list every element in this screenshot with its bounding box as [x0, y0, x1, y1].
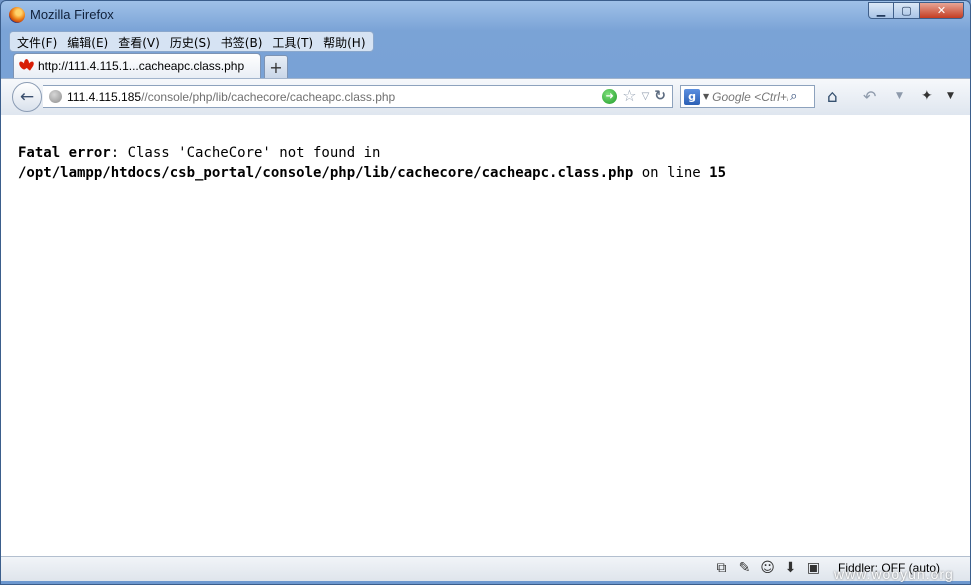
back-button[interactable]: ← [12, 82, 42, 112]
tab-label: http://111.4.115.1...cacheapc.class.php [38, 59, 245, 73]
error-line-text: on line [633, 165, 710, 181]
external-link-icon[interactable]: ⧉ [713, 560, 730, 576]
huawei-icon [17, 59, 36, 73]
search-input[interactable]: Google <Ctrl+K> [712, 90, 788, 104]
search-engine-dropdown-icon[interactable]: ▼ [703, 92, 709, 101]
dropdown-icon[interactable]: ▼ [947, 91, 954, 101]
mask-icon[interactable]: ☺ [759, 560, 776, 576]
go-arrow-icon[interactable]: ➜ [602, 88, 618, 104]
menu-history[interactable]: 历史(S) [165, 32, 216, 51]
google-icon[interactable]: g [684, 88, 700, 105]
search-bar[interactable]: g ▼ Google <Ctrl+K> ⌕ [680, 85, 815, 108]
home-icon[interactable]: ⌂ [827, 87, 838, 107]
menu-tools[interactable]: 工具(T) [267, 32, 318, 51]
menu-view[interactable]: 查看(V) [113, 32, 165, 51]
menu-file[interactable]: 文件(F) [12, 32, 62, 51]
browser-window: Mozilla Firefox ▁ ▢ ✕ 文件(F) 编辑(E) 查看(V) … [0, 0, 971, 585]
error-message: Fatal error: Class 'CacheCore' not found… [18, 143, 918, 183]
window-icon[interactable]: ▣ [805, 560, 822, 576]
arrow-left-icon: ← [19, 87, 35, 107]
status-icons: ⧉ ✎ ☺ ⬇ ▣ [713, 560, 822, 576]
reload-icon[interactable]: ↻ [654, 88, 666, 104]
url-path: //console/php/lib/cachecore/cacheapc.cla… [141, 89, 396, 104]
status-bar: ⧉ ✎ ☺ ⬇ ▣ Fiddler: OFF (auto) [1, 556, 970, 581]
tab-strip: http://111.4.115.1...cacheapc.class.php … [13, 53, 288, 78]
maximize-button[interactable]: ▢ [894, 2, 920, 19]
window-controls: ▁ ▢ ✕ [868, 2, 964, 19]
firefox-logo-icon [9, 7, 25, 23]
search-icon[interactable]: ⌕ [790, 89, 797, 104]
minimize-button[interactable]: ▁ [868, 2, 894, 19]
title-bar: Mozilla Firefox ▁ ▢ ✕ [1, 1, 970, 29]
new-tab-button[interactable]: + [264, 55, 288, 78]
error-line-number: 15 [709, 165, 727, 181]
close-button[interactable]: ✕ [920, 2, 964, 19]
url-host: 111.4.115.185 [67, 89, 142, 104]
menu-help[interactable]: 帮助(H) [318, 32, 370, 51]
dropdown-icon[interactable]: ▼ [896, 91, 903, 101]
error-label: Fatal error [18, 145, 111, 161]
menu-edit[interactable]: 编辑(E) [62, 32, 113, 51]
fiddler-icon[interactable]: ✦ [921, 88, 933, 104]
menu-bookmarks[interactable]: 书签(B) [216, 32, 268, 51]
download-icon[interactable]: ⬇ [782, 560, 799, 576]
site-identity-icon[interactable] [49, 90, 62, 103]
url-bar-actions: ➜ ☆ ▽ ↻ [602, 88, 666, 104]
tab-active[interactable]: http://111.4.115.1...cacheapc.class.php [13, 53, 261, 78]
error-description: : Class 'CacheCore' not found in [110, 145, 381, 161]
watermark: www.wooyun.org [834, 566, 954, 582]
menu-bar: 文件(F) 编辑(E) 查看(V) 历史(S) 书签(B) 工具(T) 帮助(H… [9, 31, 374, 52]
navigation-toolbar: ← 111.4.115.185 //console/php/lib/cachec… [1, 78, 970, 116]
error-path: /opt/lampp/htdocs/csb_portal/console/php… [18, 165, 634, 181]
undo-icon[interactable]: ↶ [863, 87, 876, 106]
window-title: Mozilla Firefox [30, 7, 114, 22]
bookmark-star-icon[interactable]: ☆ [622, 88, 636, 104]
history-dropdown-icon[interactable]: ▽ [642, 91, 650, 102]
page-content: Fatal error: Class 'CacheCore' not found… [1, 115, 970, 556]
url-bar[interactable]: 111.4.115.185 //console/php/lib/cachecor… [43, 85, 673, 108]
brush-icon[interactable]: ✎ [736, 560, 753, 576]
